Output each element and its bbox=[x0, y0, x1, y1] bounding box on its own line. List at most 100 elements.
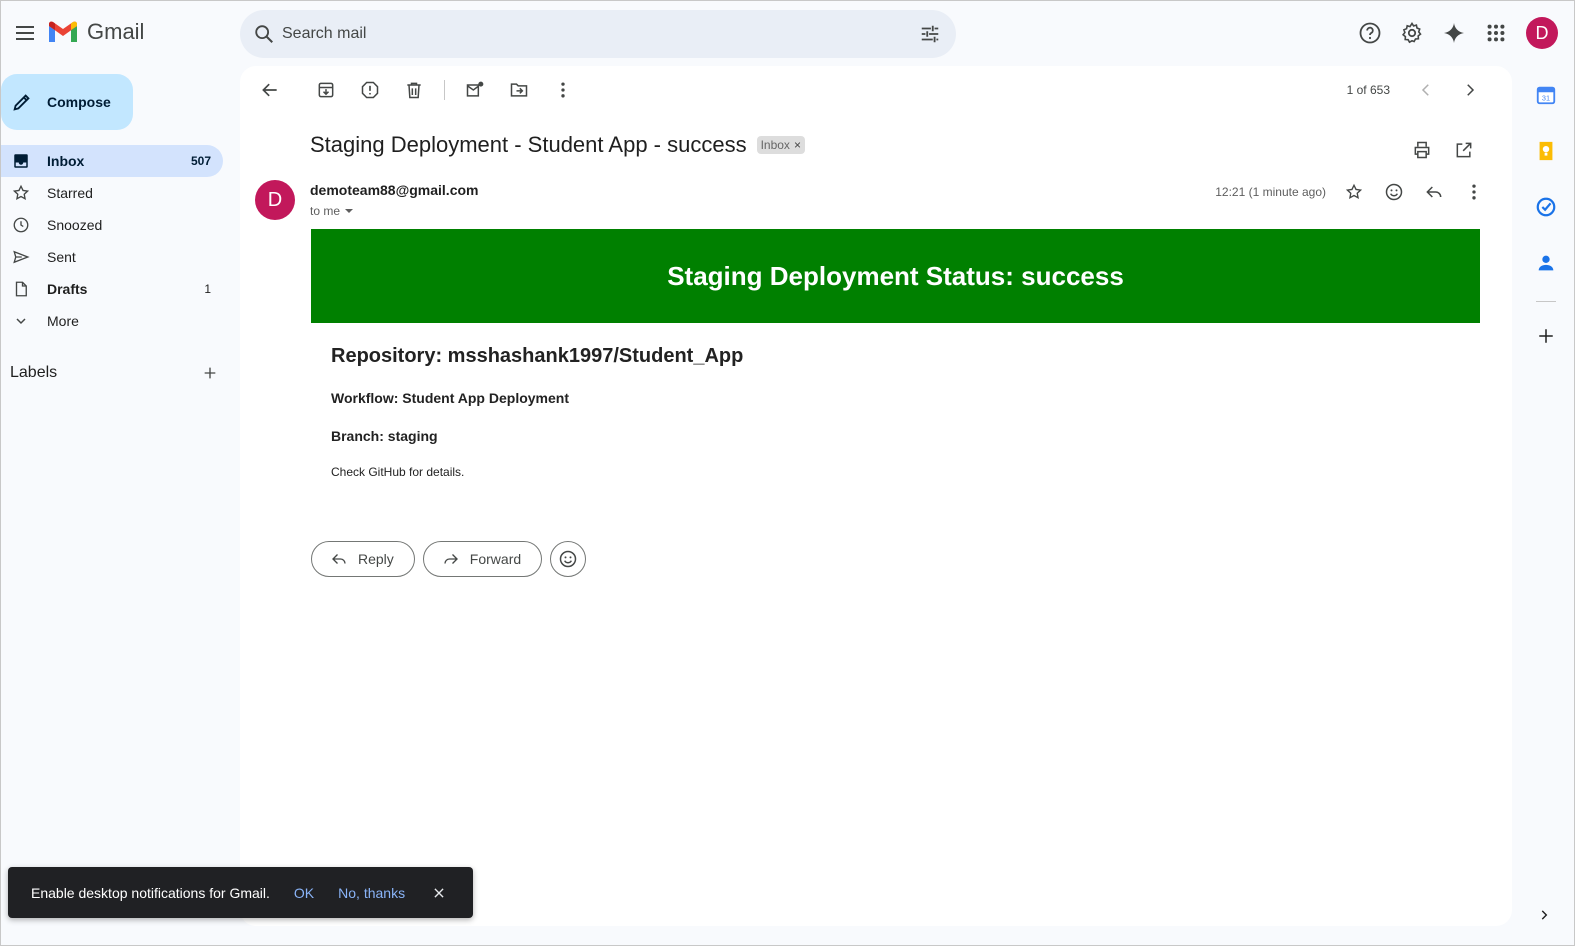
message-timestamp: 12:21 (1 minute ago) bbox=[1215, 185, 1326, 199]
contacts-icon[interactable] bbox=[1528, 245, 1564, 281]
labels-heading: Labels bbox=[10, 364, 58, 381]
sidebar-item-label: Inbox bbox=[47, 153, 85, 169]
sidebar-nav: Inbox 507 Starred Snoozed Sent Drafts 1 … bbox=[1, 145, 223, 337]
message-more-icon[interactable] bbox=[1456, 174, 1492, 210]
forward-icon bbox=[444, 554, 458, 564]
branch-line: Branch: staging bbox=[331, 428, 438, 444]
message-toolbar bbox=[252, 72, 589, 108]
sidebar-item-sent[interactable]: Sent bbox=[1, 241, 223, 273]
gmail-logo[interactable]: Gmail bbox=[47, 19, 144, 45]
add-label-icon[interactable] bbox=[198, 361, 222, 385]
unread-count: 507 bbox=[190, 154, 211, 168]
get-addons-plus-icon[interactable] bbox=[1528, 318, 1564, 354]
recipient-details[interactable]: to me bbox=[310, 204, 354, 218]
compose-label: Compose bbox=[47, 94, 111, 110]
clock-icon bbox=[11, 215, 31, 235]
search-input[interactable] bbox=[282, 22, 882, 46]
emoji-icon bbox=[559, 550, 577, 568]
search-options-icon[interactable] bbox=[916, 20, 944, 48]
toast-message: Enable desktop notifications for Gmail. bbox=[31, 884, 270, 901]
chip-label: Inbox bbox=[760, 138, 790, 152]
repository-heading: Repository: msshashank1997/Student_App bbox=[331, 345, 744, 367]
details-text: Check GitHub for details. bbox=[331, 465, 465, 479]
message-view: 1 of 653 Staging Deployment - Student Ap… bbox=[240, 66, 1512, 926]
draft-icon bbox=[11, 279, 31, 299]
chevron-down-icon bbox=[11, 311, 31, 331]
message-meta: 12:21 (1 minute ago) bbox=[1215, 174, 1492, 210]
sender-email[interactable]: demoteam88@gmail.com bbox=[310, 182, 479, 198]
recipient-text: to me bbox=[310, 204, 341, 218]
print-icon[interactable] bbox=[1404, 132, 1440, 168]
pencil-icon bbox=[11, 91, 33, 113]
workflow-line: Workflow: Student App Deployment bbox=[331, 390, 569, 406]
main-menu-icon[interactable] bbox=[7, 15, 43, 51]
emoji-react-icon[interactable] bbox=[1376, 174, 1412, 210]
sidebar-item-label: Starred bbox=[47, 185, 93, 201]
next-chevron-icon[interactable] bbox=[1452, 72, 1488, 108]
sidebar-item-label: More bbox=[47, 313, 79, 329]
reply-icon[interactable] bbox=[1416, 174, 1452, 210]
email-subject: Staging Deployment - Student App - succe… bbox=[310, 132, 747, 157]
star-icon[interactable] bbox=[1336, 174, 1372, 210]
gemini-sparkle-icon[interactable] bbox=[1436, 15, 1472, 51]
delete-trash-icon[interactable] bbox=[396, 72, 432, 108]
keep-icon[interactable] bbox=[1528, 133, 1564, 169]
status-banner: Staging Deployment Status: success bbox=[311, 229, 1480, 323]
calendar-icon[interactable]: 31 bbox=[1528, 77, 1564, 113]
header-actions: D bbox=[1352, 15, 1558, 51]
toolbar-divider bbox=[444, 80, 445, 100]
remove-label-icon[interactable]: × bbox=[794, 138, 801, 152]
subject-actions bbox=[1404, 132, 1482, 168]
search-icon[interactable] bbox=[250, 20, 278, 48]
back-arrow-icon[interactable] bbox=[252, 72, 288, 108]
reply-actions: Reply Forward bbox=[311, 541, 587, 577]
inbox-icon bbox=[11, 151, 31, 171]
sidebar-item-snoozed[interactable]: Snoozed bbox=[1, 209, 223, 241]
side-panel: 31 bbox=[1518, 65, 1574, 945]
sidebar-item-more[interactable]: More bbox=[1, 305, 223, 337]
prev-chevron-icon[interactable] bbox=[1408, 72, 1444, 108]
subject-line: Staging Deployment - Student App - succe… bbox=[310, 132, 805, 158]
mark-unread-icon[interactable] bbox=[457, 72, 493, 108]
move-to-icon[interactable] bbox=[501, 72, 537, 108]
help-icon[interactable] bbox=[1352, 15, 1388, 51]
expand-panel-chevron-icon[interactable] bbox=[1534, 905, 1554, 925]
archive-icon[interactable] bbox=[308, 72, 344, 108]
reply-icon bbox=[332, 554, 346, 564]
toast-no-thanks-button[interactable]: No, thanks bbox=[338, 885, 405, 901]
draft-count: 1 bbox=[204, 282, 211, 296]
inbox-label-chip[interactable]: Inbox × bbox=[756, 136, 805, 154]
pagination-count: 1 of 653 bbox=[1346, 83, 1390, 97]
close-icon[interactable] bbox=[429, 883, 449, 903]
sidebar-item-drafts[interactable]: Drafts 1 bbox=[1, 273, 223, 305]
sidebar-item-starred[interactable]: Starred bbox=[1, 177, 223, 209]
top-header: Gmail D bbox=[1, 1, 1574, 65]
sidebar-item-label: Sent bbox=[47, 249, 76, 265]
settings-gear-icon[interactable] bbox=[1394, 15, 1430, 51]
labels-section: Labels bbox=[10, 361, 222, 385]
forward-button[interactable]: Forward bbox=[422, 541, 543, 577]
search-bar[interactable] bbox=[240, 10, 956, 58]
google-apps-icon[interactable] bbox=[1478, 15, 1514, 51]
send-icon bbox=[11, 247, 31, 267]
emoji-reaction-button[interactable] bbox=[550, 541, 587, 577]
gmail-m-icon bbox=[49, 21, 77, 42]
open-new-window-icon[interactable] bbox=[1446, 132, 1482, 168]
svg-text:31: 31 bbox=[1542, 94, 1550, 103]
caret-down-icon bbox=[345, 209, 354, 213]
sender-avatar[interactable]: D bbox=[255, 180, 295, 220]
reply-button[interactable]: Reply bbox=[311, 541, 415, 577]
notification-toast: Enable desktop notifications for Gmail. … bbox=[8, 867, 473, 918]
more-options-icon[interactable] bbox=[545, 72, 581, 108]
toast-ok-button[interactable]: OK bbox=[294, 885, 314, 901]
side-panel-divider bbox=[1536, 301, 1556, 302]
reply-label: Reply bbox=[358, 551, 394, 567]
tasks-icon[interactable] bbox=[1528, 189, 1564, 225]
sidebar-item-inbox[interactable]: Inbox 507 bbox=[1, 145, 223, 177]
compose-button[interactable]: Compose bbox=[1, 74, 133, 130]
pagination: 1 of 653 bbox=[1347, 72, 1488, 108]
account-avatar[interactable]: D bbox=[1526, 17, 1558, 49]
sidebar-item-label: Snoozed bbox=[47, 217, 103, 233]
sidebar-item-label: Drafts bbox=[47, 281, 88, 297]
report-spam-icon[interactable] bbox=[352, 72, 388, 108]
